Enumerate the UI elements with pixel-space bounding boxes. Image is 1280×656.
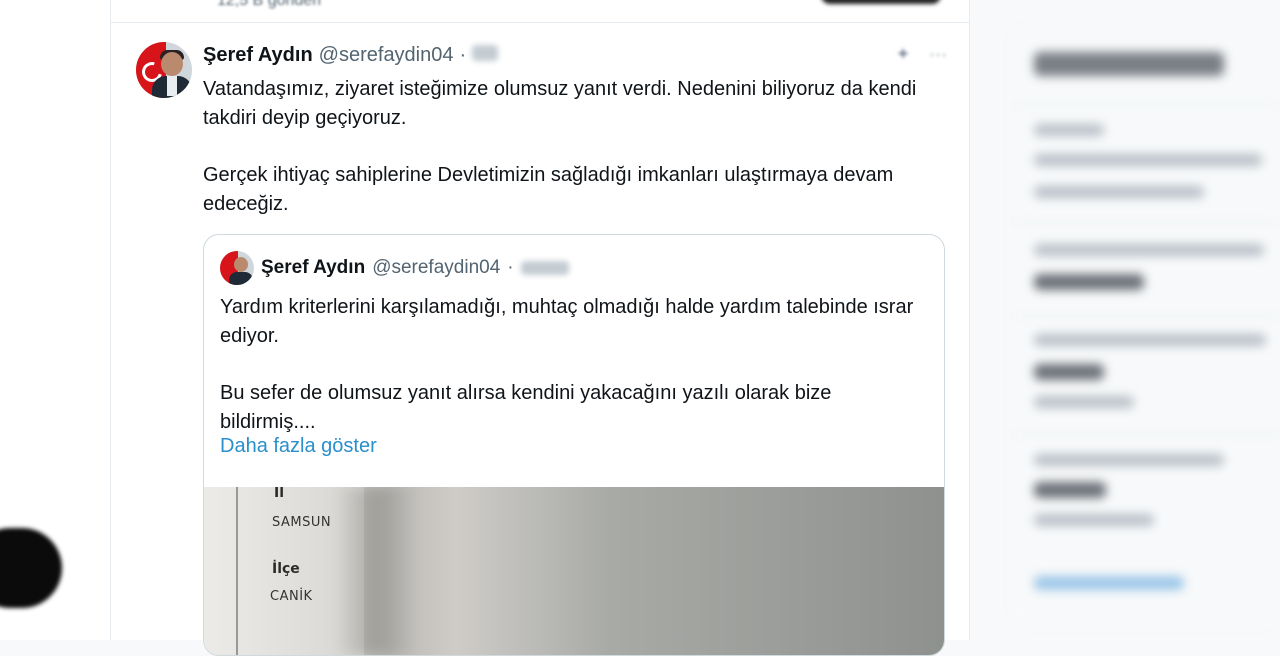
quoted-author-handle: @serefaydin04 (372, 257, 501, 278)
more-icon[interactable]: ··· (927, 44, 949, 64)
tweet-time-blurred[interactable] (472, 45, 499, 61)
sidebar-blurred (1012, 26, 1280, 626)
left-nav-area (0, 0, 110, 640)
previous-tweet-footer: 12,5 B gönderi (111, 0, 969, 23)
separator-dot: · (507, 257, 514, 278)
tweet[interactable]: Şeref Aydın @serefaydin04 · ✦ ··· Vatand… (111, 24, 969, 656)
author-name[interactable]: Şeref Aydın (203, 44, 313, 67)
separator-dot: · (459, 44, 467, 66)
quoted-paragraph: Bu sefer de olumsuz yanıt alırsa kendini… (220, 382, 832, 433)
quoted-time-blurred (520, 261, 569, 275)
document-rule (236, 487, 238, 655)
quoted-tweet-text: Yardım kriterlerini karşılamadığı, muhta… (220, 293, 930, 437)
sidebar-title (1034, 52, 1224, 76)
document-ilce-value: CANİK (270, 589, 313, 604)
document-shadow (334, 487, 414, 655)
document-ilce-label: İlçe (272, 561, 300, 577)
document-il-value: SAMSUN (272, 515, 332, 530)
quoted-tweet[interactable]: Şeref Aydın @serefaydin04 · Yardım krite… (203, 234, 945, 656)
sidebar-show-more-link[interactable] (1034, 576, 1184, 590)
avatar[interactable] (136, 42, 192, 98)
previous-tweet-button[interactable] (821, 0, 941, 4)
quoted-media-image[interactable]: İl SAMSUN İlçe CANİK (204, 487, 944, 655)
post-button[interactable] (0, 528, 62, 608)
tweet-paragraph: Vatandaşımız, ziyaret isteğimize olumsuz… (203, 78, 917, 129)
show-more-link[interactable]: Daha fazla göster (220, 435, 377, 458)
quoted-tweet-header: Şeref Aydın @serefaydin04 · (220, 251, 569, 285)
document-il-label: İl (274, 487, 285, 501)
previous-tweet-time: 12,5 B gönderi (217, 0, 322, 9)
quoted-avatar (220, 251, 254, 285)
tweet-text: Vatandaşımız, ziyaret isteğimize olumsuz… (203, 75, 933, 219)
timeline: 12,5 B gönderi Şeref Aydın @serefaydin04… (110, 0, 970, 656)
tweet-header: Şeref Aydın @serefaydin04 · (203, 44, 499, 70)
tweet-top-actions: ✦ ··· (893, 44, 949, 64)
author-handle[interactable]: @serefaydin04 (319, 44, 454, 67)
pin-icon[interactable]: ✦ (893, 44, 913, 64)
quoted-paragraph: Yardım kriterlerini karşılamadığı, muhta… (220, 296, 914, 347)
quoted-author-name: Şeref Aydın (261, 257, 366, 278)
tweet-paragraph: Gerçek ihtiyaç sahiplerine Devletimizin … (203, 164, 894, 215)
